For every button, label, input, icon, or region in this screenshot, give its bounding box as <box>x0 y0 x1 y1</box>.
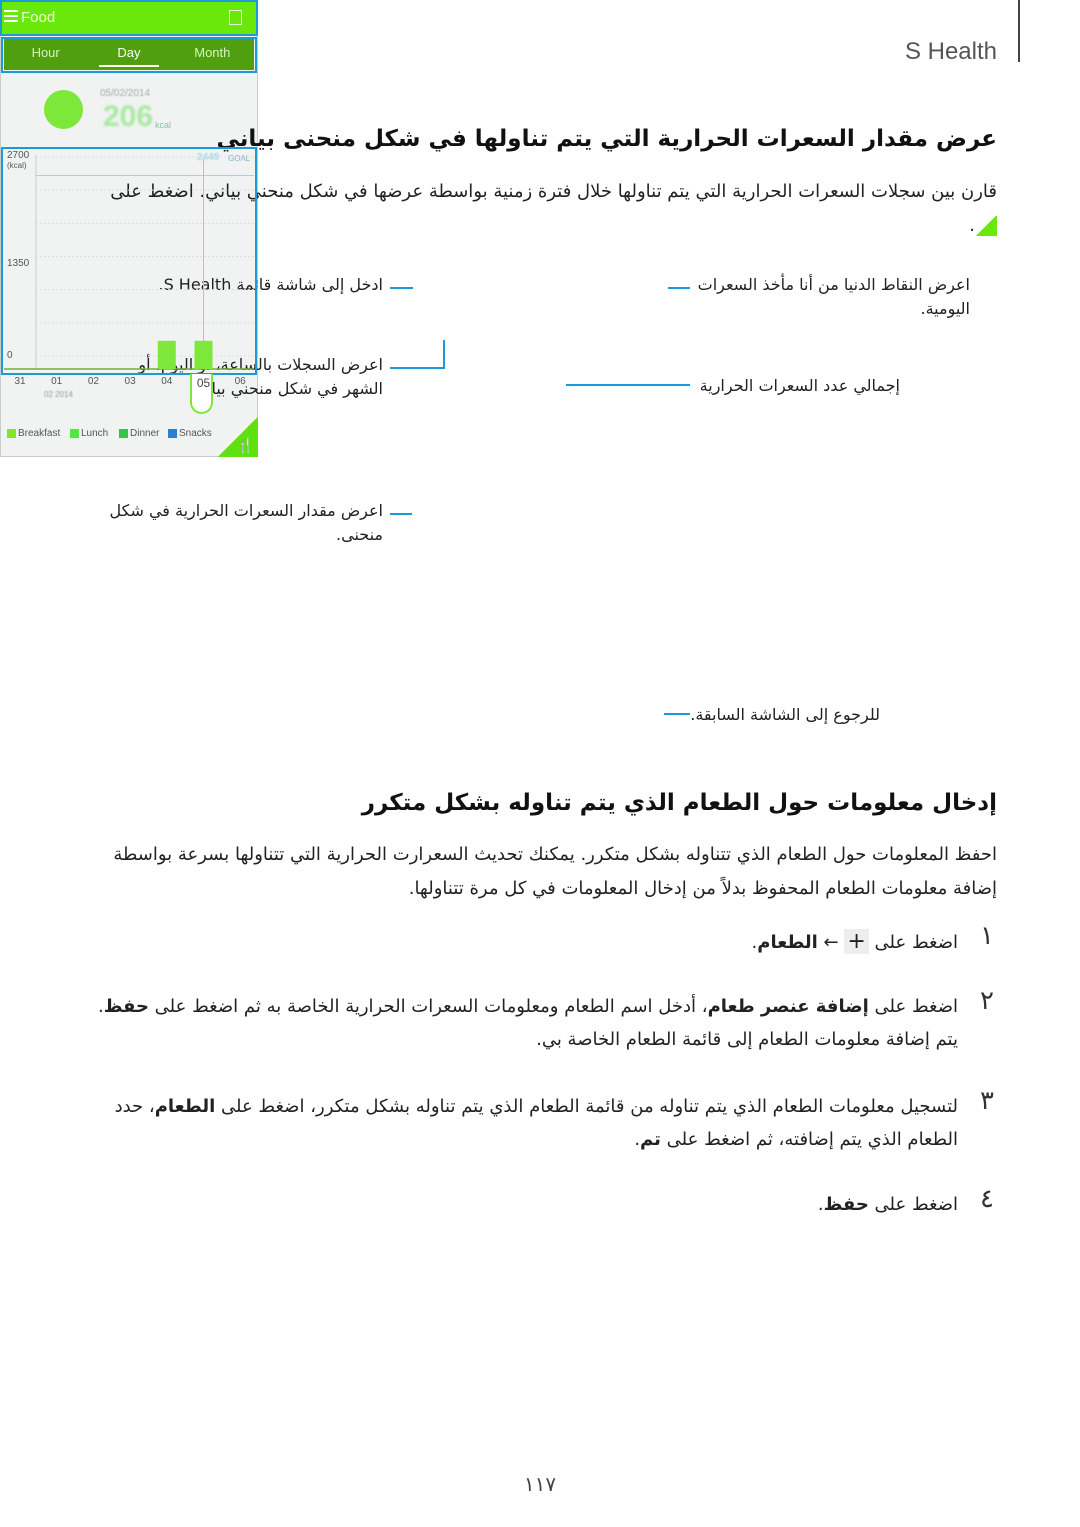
total-kcal: 206 <box>103 100 154 133</box>
app-name-header: S Health <box>904 38 997 65</box>
legend-label: Snacks <box>179 428 212 439</box>
callout-line <box>668 287 690 289</box>
step-number: ٤ <box>980 1184 994 1214</box>
fork-knife-icon: 🍴 <box>236 437 254 453</box>
step-number: ١ <box>980 921 994 951</box>
legend-swatch <box>119 429 128 438</box>
y-tick: 0 <box>7 350 13 361</box>
step-text: اضغط على + ← الطعام. <box>88 925 958 959</box>
step-segment: اضغط على <box>868 996 958 1017</box>
legend-item: Breakfast <box>7 428 60 439</box>
legend-swatch <box>7 429 16 438</box>
step-number: ٢ <box>980 986 994 1016</box>
y-tick: 1350 <box>7 258 30 269</box>
callout-line <box>390 367 445 369</box>
bold-ui-label: الطعام <box>154 1096 216 1117</box>
kcal-unit: kcal <box>155 120 172 130</box>
legend-swatch <box>70 429 79 438</box>
bold-ui-label: الطعام <box>757 932 818 953</box>
section2-body: احفظ المعلومات حول الطعام الذي تتناوله ب… <box>113 844 997 899</box>
section2-title: إدخال معلومات حول الطعام الذي يتم تناوله… <box>361 790 997 816</box>
month-label: 02 2014 <box>44 390 73 399</box>
date-label: 05/02/2014 <box>100 88 151 99</box>
x-tick: 01 <box>51 376 63 387</box>
step-segment: اضغط على <box>868 1194 958 1215</box>
callout-line <box>443 340 445 369</box>
y-tick: 2700 <box>7 150 30 161</box>
bold-ui-label: إضافة عنصر طعام <box>707 996 869 1017</box>
header-divider <box>1018 0 1020 62</box>
highlight-box <box>0 0 258 36</box>
callout-line <box>566 384 690 386</box>
x-tick: 02 <box>87 376 99 387</box>
legend-label: Breakfast <box>18 428 61 439</box>
callout-line <box>664 713 690 715</box>
callout-graph: اعرض مقدار السعرات الحرارية في شكل منحنى… <box>109 501 384 544</box>
step-segment: ، أدخل اسم الطعام ومعلومات السعرات الحرا… <box>148 996 708 1017</box>
calorie-graph <box>4 155 254 370</box>
step-segment: ← <box>817 932 845 953</box>
highlight-box <box>1 37 257 73</box>
calorie-bar <box>194 340 213 369</box>
legend-item: Snacks <box>168 428 212 439</box>
callout-back: للرجوع إلى الشاشة السابقة. <box>690 705 880 724</box>
chart-icon <box>975 216 997 236</box>
callout-total: إجمالي عدد السعرات الحرارية <box>699 376 900 395</box>
bold-ui-label: تم <box>640 1129 661 1150</box>
x-tick: 03 <box>124 376 136 387</box>
x-tick: 05 <box>196 376 211 390</box>
step-text: لتسجيل معلومات الطعام الذي يتم تناوله من… <box>88 1090 958 1156</box>
bold-ui-label: حفظ <box>823 1194 869 1215</box>
x-tick: 31 <box>14 376 26 387</box>
legend-label: Dinner <box>130 428 160 439</box>
legend-label: Lunch <box>81 428 109 439</box>
page-number: ١١٧ <box>523 1472 557 1496</box>
calorie-bar <box>157 340 176 369</box>
callout-line <box>390 287 413 289</box>
goal-value: 2449 <box>197 152 220 163</box>
legend-item: Dinner <box>119 428 159 439</box>
legend-swatch <box>168 429 177 438</box>
legend-item: Lunch <box>70 428 108 439</box>
step-text: اضغط على إضافة عنصر طعام، أدخل اسم الطعا… <box>88 990 958 1056</box>
step-segment: اضغط على <box>868 932 958 953</box>
back-button[interactable]: 🍴 <box>217 417 258 457</box>
callout-min: اعرض النقاط الدنيا من أنا مأخذ السعرات ا… <box>697 275 970 318</box>
step-number: ٣ <box>980 1086 994 1116</box>
plus-icon: + <box>844 929 869 954</box>
y-unit: (kcal) <box>7 161 27 170</box>
x-tick: 06 <box>234 376 246 387</box>
goal-label: GOAL <box>228 154 251 163</box>
callout-line <box>390 513 412 515</box>
step-text: اضغط على حفظ. <box>88 1188 958 1221</box>
step-segment: لتسجيل معلومات الطعام الذي يتم تناوله من… <box>215 1096 958 1117</box>
bold-ui-label: حفظ <box>103 996 149 1017</box>
x-tick: 04 <box>161 376 173 387</box>
status-circle <box>44 90 83 129</box>
